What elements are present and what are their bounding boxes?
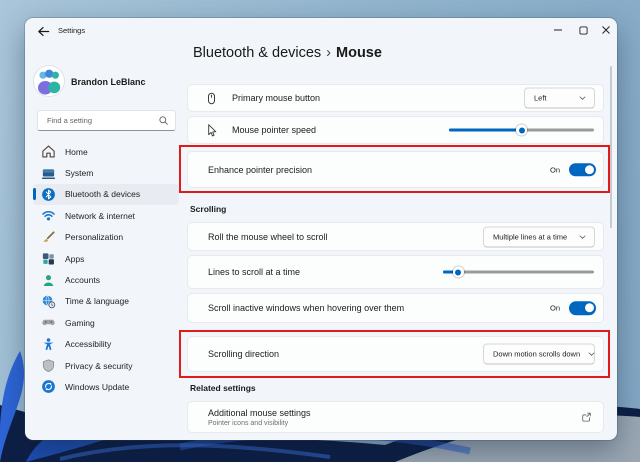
section-related-settings: Related settings [190,383,256,393]
mouse-icon [204,91,219,106]
wifi-icon [41,208,56,223]
search-input[interactable] [45,111,157,130]
scrolling-direction-dropdown[interactable]: Down motion scrolls down [483,343,596,365]
window-title: Settings [58,26,86,35]
desktop: Settings Brandon LeBlanc Find a setting … [0,0,640,462]
search-box[interactable] [37,110,176,131]
toggle-state-label: On [549,303,560,313]
accessibility-icon [41,337,56,352]
toggle-knob [584,164,594,175]
brush-icon [41,230,56,245]
enhance-precision-toggle[interactable] [569,162,596,177]
sidebar-item-privacy-security[interactable]: Privacy & security [33,355,179,376]
row-primary-mouse-button: Primary mouse button Left [187,84,604,112]
lines-to-scroll-slider[interactable] [443,266,594,278]
home-icon [41,144,56,159]
chevron-down-icon [578,232,587,241]
gamepad-icon [41,315,56,330]
sidebar-item-time-language[interactable]: Time & language [33,291,179,312]
pointer-speed-slider[interactable] [449,124,594,136]
sidebar-item-accessibility[interactable]: Accessibility [33,334,179,355]
primary-button-dropdown[interactable]: Left [524,87,595,109]
slider-thumb[interactable] [516,124,527,136]
globe-clock-icon [41,294,56,309]
row-sublabel: Pointer icons and visibility [208,419,289,427]
avatar[interactable] [34,66,64,96]
slider-fill [449,128,522,132]
sidebar-item-gaming[interactable]: Gaming [33,312,179,333]
sidebar-item-apps[interactable]: Apps [33,248,179,269]
row-mouse-pointer-speed: Mouse pointer speed [187,116,604,144]
row-scroll-inactive-windows: Scroll inactive windows when hovering ov… [187,293,604,323]
person-icon [41,273,56,288]
sidebar-item-network-internet[interactable]: Network & internet [33,205,179,226]
titlebar: Settings [25,18,617,44]
sidebar-item-accounts[interactable]: Accounts [33,269,179,290]
row-additional-mouse-settings[interactable]: Additional mouse settings Pointer icons … [187,401,604,433]
breadcrumb-separator: › [326,45,332,61]
toggle-knob [584,303,594,313]
row-lines-to-scroll: Lines to scroll at a time [187,255,604,289]
apps-icon [41,251,56,266]
external-link-icon [581,412,592,423]
toggle-state-label: On [549,165,560,174]
maximize-button[interactable] [573,21,593,39]
update-icon [41,379,56,394]
system-icon [41,166,56,181]
search-icon [158,115,169,126]
breadcrumb: Bluetooth & devices › Mouse [193,45,382,61]
row-scrolling-direction: Scrolling direction Down motion scrolls … [187,336,604,372]
active-indicator [33,188,36,201]
shield-icon [41,358,56,373]
cursor-icon [204,123,219,138]
row-wheel-scroll: Roll the mouse wheel to scroll Multiple … [187,222,604,251]
sidebar-item-bluetooth-devices[interactable]: Bluetooth & devices [33,183,179,206]
wheel-scroll-dropdown[interactable]: Multiple lines at a time [483,226,595,247]
sidebar-item-home[interactable]: Home [33,141,179,162]
close-button[interactable] [596,21,616,39]
sidebar-item-system[interactable]: System [33,162,179,183]
chevron-down-icon [587,350,596,359]
row-enhance-pointer-precision: Enhance pointer precision On [187,151,604,188]
breadcrumb-root[interactable]: Bluetooth & devices [193,45,321,61]
sidebar-nav: Home System Bluetooth & devices Network … [25,141,187,398]
back-button[interactable] [36,24,51,39]
page-title: Mouse [336,45,382,61]
sidebar-item-windows-update[interactable]: Windows Update [33,376,179,397]
scroll-inactive-toggle[interactable] [569,301,596,315]
sidebar-item-personalization[interactable]: Personalization [33,227,179,248]
settings-window: Settings Brandon LeBlanc Find a setting … [25,18,617,440]
user-name: Brandon LeBlanc [71,77,146,87]
chevron-down-icon [578,94,587,103]
slider-track[interactable] [443,270,594,274]
minimize-button[interactable] [548,21,568,39]
bluetooth-icon [41,187,56,202]
section-scrolling: Scrolling [190,204,227,214]
slider-thumb[interactable] [452,266,464,278]
sidebar: Brandon LeBlanc Home System [25,44,187,440]
scrollbar[interactable] [610,66,612,228]
